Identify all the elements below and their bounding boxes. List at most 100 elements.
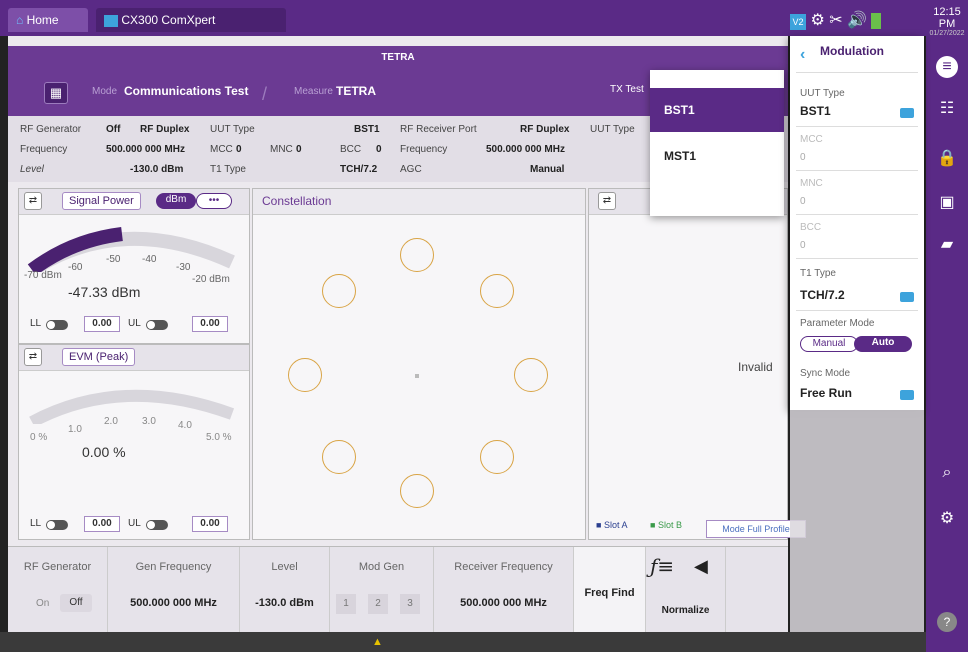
mod-t1-type-value[interactable]: TCH/7.2 — [800, 288, 845, 302]
mod-gen-option-1[interactable]: 1 — [336, 594, 356, 614]
mod-gen-option-3[interactable]: 3 — [400, 594, 420, 614]
ll-toggle[interactable] — [46, 320, 68, 330]
rx-freq-value: 500.000 000 MHz — [460, 597, 547, 609]
mode-value[interactable]: Communications Test — [124, 84, 248, 98]
speaker-toggle-icon[interactable]: ◀ — [694, 556, 708, 577]
sp-tick-3: -40 — [142, 254, 157, 265]
constellation-point — [322, 440, 356, 474]
param-mode-manual-button[interactable]: Manual — [800, 336, 858, 352]
mod-gen-label: Mod Gen — [358, 561, 405, 573]
rx-port-label: RF Receiver Port — [400, 124, 477, 135]
level-cell[interactable]: Level -130.0 dBm — [240, 547, 330, 633]
clock-time: 12:15 PM — [933, 6, 961, 30]
clock: 12:15 PM 01/27/2022 — [926, 6, 968, 37]
dropdown-option-bst1[interactable]: BST1 — [650, 88, 784, 132]
gen-frequency-cell[interactable]: Gen Frequency 500.000 000 MHz — [108, 547, 240, 633]
dropdown-tag-icon — [900, 292, 914, 302]
evm-ll-label: LL — [30, 518, 42, 529]
frequency-value: 500.000 000 MHz — [106, 144, 185, 155]
settings-icon[interactable]: ⚙ — [936, 508, 958, 530]
uut-type-value: BST1 — [354, 124, 380, 135]
help-icon[interactable]: ? — [937, 612, 957, 632]
rx-port-value: RF Duplex — [520, 124, 570, 135]
constellation-point — [480, 274, 514, 308]
mod-mcc-value[interactable]: 0 — [800, 152, 806, 163]
constellation-point — [400, 474, 434, 508]
rf-gen-on-option[interactable]: On — [36, 598, 49, 609]
divider — [796, 170, 918, 171]
status-icons: V2 ⚙ ✂ 🔊 — [790, 10, 920, 32]
mode-label: Mode — [92, 86, 118, 97]
slot-b-legend: ■ Slot B — [650, 520, 682, 530]
sync-mode-value[interactable]: Free Run — [800, 386, 852, 400]
search-icon[interactable]: ⌕ — [936, 462, 958, 484]
mod-mcc-label: MCC — [800, 134, 823, 145]
more-button[interactable]: ••• — [196, 193, 232, 209]
evm-ul-value-input[interactable]: 0.00 — [192, 516, 228, 532]
mnc-value: 0 — [296, 144, 302, 155]
mod-uut-type-value[interactable]: BST1 — [800, 104, 831, 118]
measure-value[interactable]: TETRA — [336, 84, 376, 98]
evm-ll-toggle[interactable] — [46, 520, 68, 530]
mod-gen-cell: Mod Gen — [330, 547, 434, 633]
slot-a-legend: ■ Slot A — [596, 520, 628, 530]
dropdown-tag-icon — [900, 108, 914, 118]
tab-home-label: Home — [26, 13, 59, 27]
modulation-panel-overlay — [790, 410, 924, 632]
signal-power-title[interactable]: Signal Power — [62, 192, 141, 210]
level-value: -130.0 dBm — [130, 164, 184, 175]
constellation-point — [400, 238, 434, 272]
param-mode-auto-button[interactable]: Auto — [854, 336, 912, 352]
folder-icon[interactable]: ▰ — [936, 234, 958, 256]
evm-ul-toggle[interactable] — [146, 520, 168, 530]
hamburger-menu-icon[interactable]: ≡ — [936, 56, 958, 78]
mod-mnc-value[interactable]: 0 — [800, 196, 806, 207]
uut-type-label-2: UUT Type — [590, 124, 635, 135]
page-title: TETRA — [8, 46, 788, 70]
tab-app[interactable]: CX300 ComXpert — [96, 8, 286, 32]
slot-a-label: Slot A — [603, 520, 628, 530]
tx-test-tab[interactable]: TX Test — [610, 84, 644, 95]
dropdown-tag-icon — [900, 390, 914, 400]
rx-frequency-label: Frequency — [400, 144, 448, 155]
bcc-value: 0 — [376, 144, 382, 155]
unit-dbm-button[interactable]: dBm — [156, 193, 196, 209]
constellation-point — [480, 440, 514, 474]
function-icon[interactable]: ƒ≡ — [650, 554, 674, 578]
evm-tick-2: 2.0 — [104, 416, 118, 427]
lock-icon[interactable]: 🔒 — [936, 148, 958, 170]
mcc-value: 0 — [236, 144, 242, 155]
sp-tick-2: -50 — [106, 254, 121, 265]
swap-icon[interactable]: ⇄ — [24, 192, 42, 210]
sp-tick-1: -60 — [68, 262, 83, 273]
tab-home[interactable]: ⌂ Home — [8, 8, 88, 32]
mod-bcc-value[interactable]: 0 — [800, 240, 806, 251]
swap-icon-profile[interactable]: ⇄ — [598, 192, 616, 210]
evm-title[interactable]: EVM (Peak) — [62, 348, 136, 366]
mod-gen-option-2[interactable]: 2 — [368, 594, 388, 614]
swap-icon-evm[interactable]: ⇄ — [24, 348, 42, 366]
grid-menu-button[interactable]: ▦ — [44, 82, 68, 104]
evm-ul-label: UL — [128, 518, 141, 529]
ul-toggle[interactable] — [146, 320, 168, 330]
app-icon — [104, 14, 118, 27]
constellation-center — [415, 374, 419, 378]
ll-label: LL — [30, 318, 42, 329]
rx-freq-label: Receiver Frequency — [454, 561, 553, 573]
freq-find-button[interactable]: Freq Find — [574, 547, 646, 633]
save-icon[interactable]: ▣ — [936, 192, 958, 214]
back-chevron-icon[interactable]: ‹ — [800, 46, 805, 64]
dropdown-option-mst1[interactable]: MST1 — [650, 134, 784, 178]
evm-ll-value-input[interactable]: 0.00 — [84, 516, 120, 532]
rf-generator-state: Off — [106, 124, 121, 135]
ll-value-input[interactable]: 0.00 — [84, 316, 120, 332]
ul-value-input[interactable]: 0.00 — [192, 316, 228, 332]
rf-gen-off-option[interactable]: Off — [60, 594, 92, 612]
receiver-frequency-cell[interactable]: Receiver Frequency 500.000 000 MHz — [434, 547, 574, 633]
evm-gauge-track — [29, 389, 235, 424]
bcc-label: BCC — [340, 144, 362, 155]
layout-icon[interactable]: ☷ — [936, 98, 958, 120]
divider — [796, 258, 918, 259]
tools-icon: ✂ — [829, 12, 843, 29]
evm-tick-3: 3.0 — [142, 416, 156, 427]
